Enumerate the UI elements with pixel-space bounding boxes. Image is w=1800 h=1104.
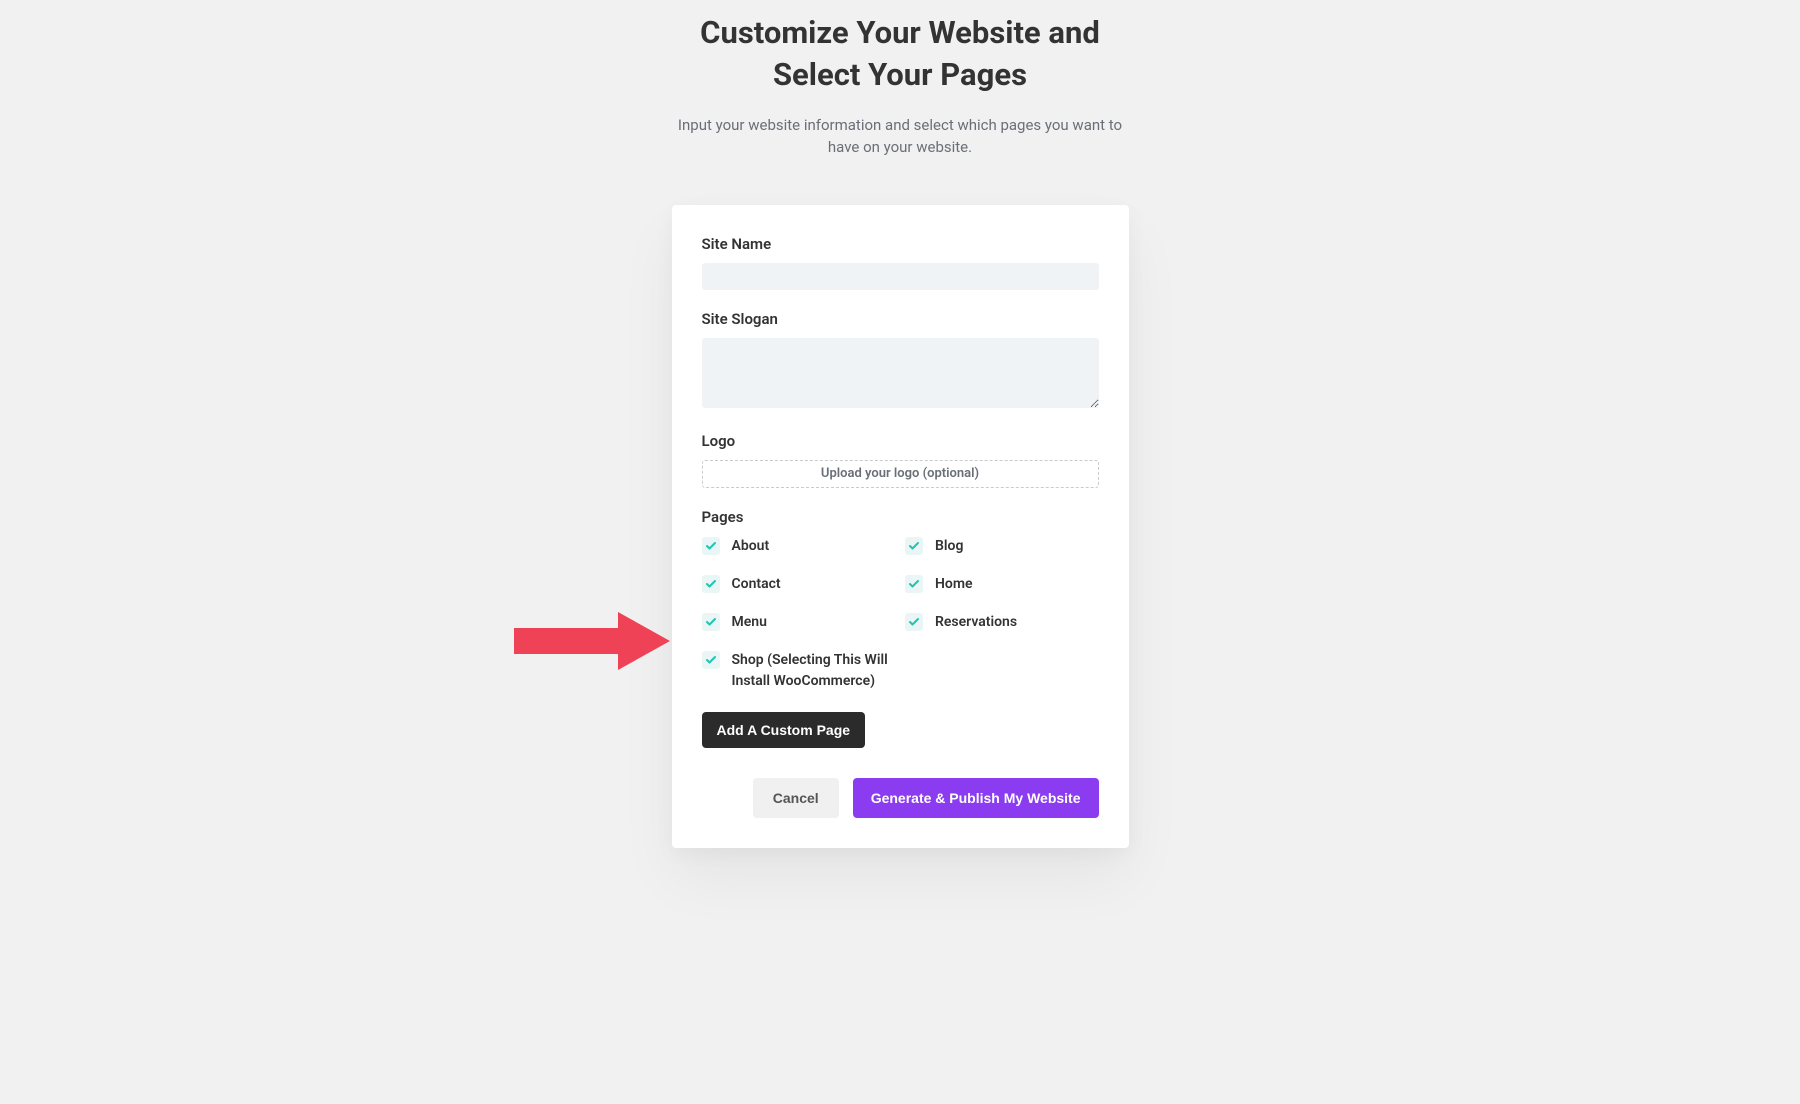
checkbox-reservations[interactable] <box>905 613 923 631</box>
add-custom-page-button[interactable]: Add A Custom Page <box>702 712 866 748</box>
pages-label: Pages <box>702 508 1099 526</box>
check-icon <box>705 540 717 552</box>
checkbox-contact[interactable] <box>702 575 720 593</box>
check-icon <box>908 616 920 628</box>
site-name-label: Site Name <box>702 235 1099 253</box>
page-item-blog: Blog <box>905 536 1099 557</box>
check-icon <box>908 540 920 552</box>
page-title: Customize Your Website and Select Your P… <box>700 12 1100 96</box>
logo-upload-dropzone[interactable]: Upload your logo (optional) <box>702 460 1099 488</box>
page-label: Contact <box>732 574 781 595</box>
cancel-button[interactable]: Cancel <box>753 778 839 818</box>
page-subtitle: Input your website information and selec… <box>670 114 1130 159</box>
page-label: Blog <box>935 536 963 557</box>
page-item-contact: Contact <box>702 574 896 595</box>
pages-grid: About Blog Contact <box>702 536 1099 692</box>
page-item-menu: Menu <box>702 612 896 633</box>
footer-buttons: Cancel Generate & Publish My Website <box>702 778 1099 818</box>
page-item-shop: Shop (Selecting This Will Install WooCom… <box>702 650 901 692</box>
checkbox-blog[interactable] <box>905 537 923 555</box>
page-item-reservations: Reservations <box>905 612 1099 633</box>
page-label: About <box>732 536 770 557</box>
logo-label: Logo <box>702 432 1099 450</box>
page-item-home: Home <box>905 574 1099 595</box>
page-label: Shop (Selecting This Will Install WooCom… <box>732 650 901 692</box>
page-container: Customize Your Website and Select Your P… <box>0 0 1800 848</box>
pages-group: Pages About Blog <box>702 508 1099 692</box>
check-icon <box>705 578 717 590</box>
site-name-group: Site Name <box>702 235 1099 290</box>
form-card: Site Name Site Slogan Logo Upload your l… <box>672 205 1129 848</box>
check-icon <box>705 616 717 628</box>
checkbox-home[interactable] <box>905 575 923 593</box>
generate-publish-button[interactable]: Generate & Publish My Website <box>853 778 1099 818</box>
page-label: Home <box>935 574 973 595</box>
checkbox-shop[interactable] <box>702 651 720 669</box>
check-icon <box>705 654 717 666</box>
page-item-about: About <box>702 536 896 557</box>
site-slogan-label: Site Slogan <box>702 310 1099 328</box>
site-slogan-group: Site Slogan <box>702 310 1099 412</box>
check-icon <box>908 578 920 590</box>
site-slogan-input[interactable] <box>702 338 1099 408</box>
annotation-arrow-icon <box>514 612 670 670</box>
page-label: Reservations <box>935 612 1017 633</box>
site-name-input[interactable] <box>702 263 1099 290</box>
checkbox-menu[interactable] <box>702 613 720 631</box>
logo-group: Logo Upload your logo (optional) <box>702 432 1099 488</box>
checkbox-about[interactable] <box>702 537 720 555</box>
page-label: Menu <box>732 612 767 633</box>
